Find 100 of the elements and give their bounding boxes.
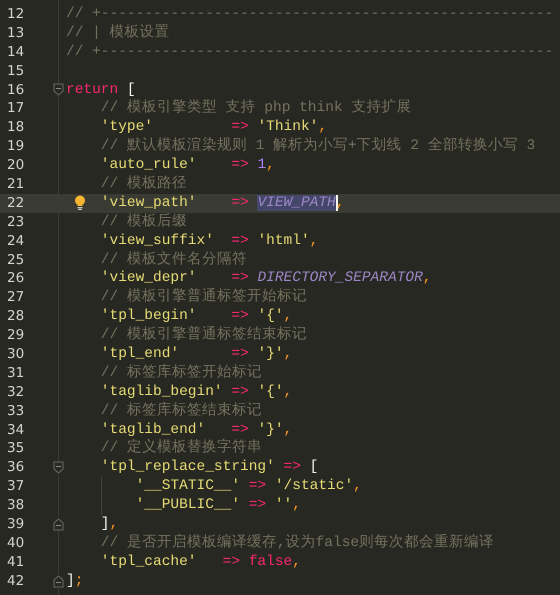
bracket: ] (66, 572, 75, 589)
collapse-icon[interactable] (52, 460, 64, 475)
line-number: 39 (6, 515, 26, 534)
line-number: 16 (6, 80, 26, 100)
keyword: return (66, 82, 118, 98)
number-literal: 1 (257, 157, 266, 174)
line-number: 25 (6, 250, 26, 270)
string-literal: 'type' (100, 119, 154, 136)
bracket: [ (126, 82, 136, 98)
operator: => (230, 346, 250, 362)
string-literal: '}' (257, 422, 284, 438)
operator: => (231, 270, 250, 286)
punctuation: , (422, 270, 432, 286)
operator: => (230, 232, 250, 249)
operator: => (230, 119, 250, 136)
line-number: 23 (6, 212, 26, 232)
punctuation: , (266, 157, 275, 174)
line-number: 27 (6, 288, 26, 308)
line-number: 42 (6, 572, 26, 591)
fold-end-icon[interactable] (52, 574, 64, 588)
keyword: false (248, 554, 292, 570)
string-literal: '__PUBLIC__' (136, 497, 240, 514)
code-comment: // +---------------------------------------------------- (66, 44, 554, 60)
code-comment: // 模板路径 (100, 176, 187, 192)
punctuation: , (284, 422, 292, 438)
code-comment: // | 模板设置 (66, 24, 170, 41)
line-number: 31 (6, 364, 26, 383)
string-literal: 'view_path' (100, 194, 197, 211)
punctuation: ; (74, 572, 84, 589)
line-number: 28 (6, 307, 26, 326)
punctuation: , (292, 497, 301, 514)
line-number: 40 (6, 534, 26, 553)
string-literal: 'tpl_cache' (100, 554, 197, 570)
code-comment: // 默认模板渲染规则 1 解析为小写+下划线 2 全部转换小写 3 (100, 138, 536, 154)
line-number: 13 (6, 24, 26, 43)
string-literal: '{' (257, 384, 284, 400)
punctuation: , (353, 478, 362, 494)
punctuation: , (284, 384, 292, 400)
line-number: 30 (6, 345, 26, 364)
line-number: 33 (6, 402, 26, 421)
line-number: 34 (6, 420, 26, 440)
string-literal: 'taglib_begin' (100, 384, 223, 400)
punctuation: , (292, 554, 301, 570)
string-literal: 'taglib_end' (100, 422, 206, 438)
line-number: 14 (6, 42, 26, 62)
code-comment: // 标签库标签开始标记 (100, 364, 262, 381)
punctuation: , (310, 232, 318, 249)
lightbulb-icon[interactable] (74, 194, 86, 210)
code-comment: // 是否开启模板编译缓存,设为false则每次都会重新编译 (100, 534, 494, 551)
string-literal: '__STATIC__' (136, 478, 240, 494)
string-literal: 'view_suffix' (100, 232, 214, 249)
string-literal: 'tpl_replace_string' (100, 459, 275, 476)
punctuation: , (110, 516, 118, 532)
line-number: 29 (6, 326, 26, 346)
line-number: 37 (6, 477, 26, 496)
string-literal: '' (274, 497, 292, 514)
line-number: 21 (6, 175, 26, 194)
string-literal: 'auto_rule' (100, 157, 197, 174)
operator: => (230, 194, 250, 211)
line-number: 19 (6, 137, 26, 156)
line-number: 41 (6, 552, 26, 572)
constant: VIEW_PATH (257, 194, 336, 211)
constant: DIRECTORY_SEPARATOR (257, 270, 423, 286)
line-number: 22 (6, 194, 26, 213)
operator: => (231, 422, 250, 438)
line-number: 17 (6, 99, 26, 118)
code-comment: // 标签库标签结束标记 (100, 402, 262, 419)
string-literal: 'html' (257, 232, 310, 249)
string-literal: 'tpl_end' (100, 346, 180, 362)
string-literal: '/static' (274, 478, 354, 494)
code-comment: // 模板文件名分隔符 (100, 252, 247, 268)
collapse-icon[interactable] (52, 83, 64, 97)
bracket: [ (310, 459, 318, 476)
line-number: 12 (6, 5, 26, 24)
punctuation: , (318, 119, 328, 136)
code-comment: // +---------------------------------------------------- (66, 6, 554, 22)
operator: => (230, 157, 250, 174)
line-number: 35 (6, 439, 26, 458)
bracket: ] (100, 516, 110, 532)
string-literal: '}' (257, 346, 284, 362)
code-comment: // 模板引擎普通标签结束标记 (100, 327, 307, 344)
operator: => (282, 459, 302, 476)
string-literal: 'tpl_begin' (100, 308, 197, 324)
operator: => (248, 478, 268, 494)
fold-end-icon[interactable] (52, 517, 64, 532)
code-comment: // 模板后缀 (100, 214, 187, 230)
line-number: 38 (6, 496, 26, 516)
string-literal: '{' (257, 308, 284, 324)
line-number: 20 (6, 156, 26, 176)
code-comment: // 模板引擎类型 支持 php think 支持扩展 (100, 100, 412, 116)
line-number: 18 (6, 118, 26, 138)
punctuation: , (284, 346, 292, 362)
punctuation: , (284, 308, 292, 324)
operator: => (248, 497, 268, 514)
operator: => (230, 308, 250, 324)
operator: => (230, 384, 250, 400)
code-comment: // 定义模板替换字符串 (100, 440, 262, 456)
line-number: 24 (6, 232, 26, 251)
line-number: 15 (6, 62, 26, 81)
line-number: 36 (6, 458, 26, 478)
